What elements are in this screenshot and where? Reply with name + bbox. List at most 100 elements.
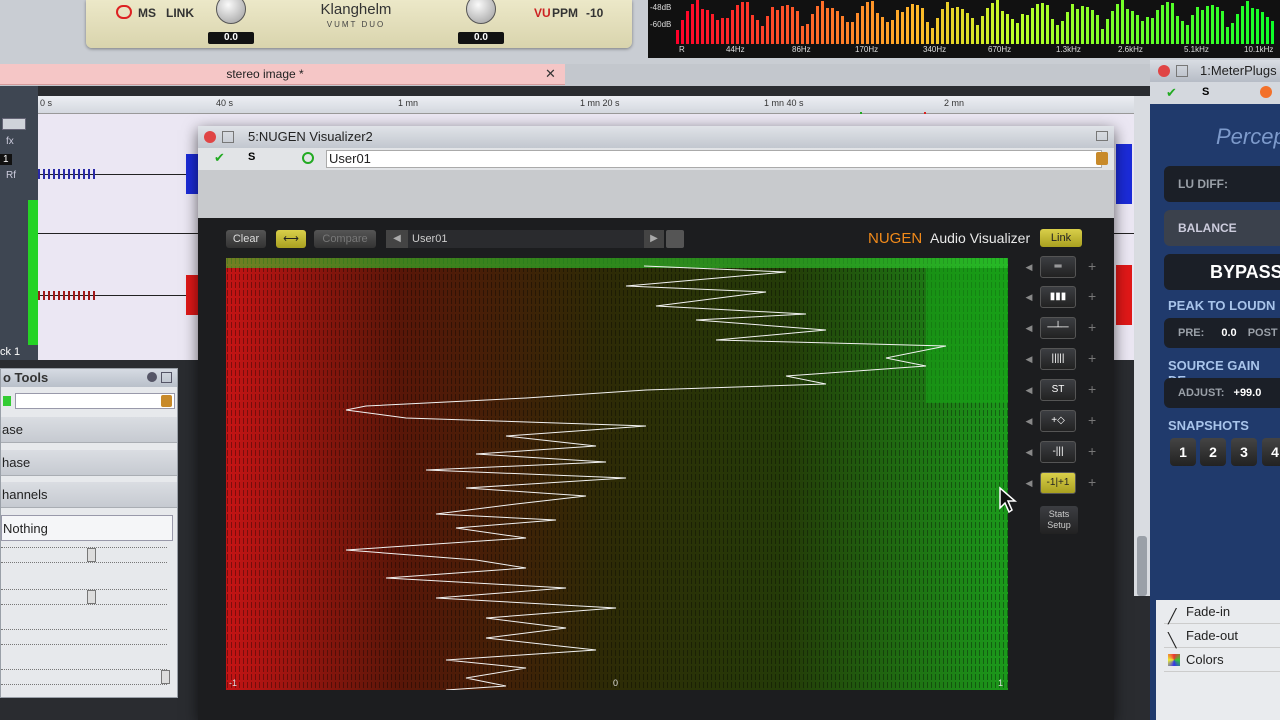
tool-item[interactable]: hase (1, 450, 177, 476)
close-icon[interactable] (204, 131, 216, 143)
slider-thumb[interactable] (87, 590, 96, 604)
view-button-peaks[interactable]: ─┴─ (1040, 317, 1076, 339)
stats-setup-button[interactable]: Stats Setup (1040, 506, 1078, 534)
arrow-left-icon[interactable]: ◀ (1024, 478, 1034, 489)
spectrum-bar (1126, 9, 1129, 44)
scrollbar-thumb[interactable] (1137, 536, 1147, 596)
source-gain-display[interactable]: ADJUST: +99.0 (1164, 378, 1280, 408)
freq-label: 44Hz (726, 45, 745, 54)
solo-icon[interactable]: S (248, 151, 255, 163)
plus-icon[interactable]: + (1088, 258, 1096, 274)
arrow-left-icon[interactable]: ◀ (1024, 385, 1034, 396)
ruler-tick: 0 s (40, 98, 53, 108)
vu-label[interactable]: VU (534, 6, 551, 20)
arrow-left-icon[interactable]: ◀ (1024, 323, 1034, 334)
view-button-stereo[interactable]: ST (1040, 379, 1076, 401)
view-button-spectrum[interactable]: ▮▮▮ (1040, 286, 1076, 308)
tool-item-selected[interactable]: Nothing (1, 515, 173, 541)
spectrum-bar (736, 4, 739, 44)
preset-list-icon[interactable] (666, 230, 684, 248)
ms-label: MS (138, 6, 156, 20)
menu-item-fade-in[interactable]: ╱ Fade-in (1164, 600, 1280, 624)
slider-thumb[interactable] (87, 548, 96, 562)
clear-button[interactable]: Clear (226, 230, 266, 248)
arrow-left-icon[interactable]: ◀ (1024, 447, 1034, 458)
preset-dropdown[interactable]: User01 (408, 230, 644, 248)
spectrum-bar (1046, 4, 1049, 44)
snapshot-button-1[interactable]: 1 (1170, 438, 1196, 466)
link-button[interactable]: Link (1040, 229, 1082, 247)
panel-collapse-icon[interactable] (161, 372, 172, 383)
check-icon[interactable]: ✔ (214, 150, 225, 166)
swap-button[interactable]: ⟷ (276, 230, 306, 248)
solo-icon[interactable]: S (1202, 86, 1209, 98)
compare-button[interactable]: Compare (314, 230, 376, 248)
slider-track[interactable] (1, 629, 167, 645)
spectrum-bar (696, 0, 699, 44)
tool-item[interactable]: hannels (1, 482, 177, 508)
preset-icon[interactable] (1096, 152, 1108, 165)
tool-item[interactable]: ase (1, 417, 177, 443)
close-icon[interactable]: ✕ (545, 66, 556, 82)
view-button-lines[interactable]: ||||| (1040, 348, 1076, 370)
ms-icon[interactable] (116, 5, 132, 19)
slider-thumb[interactable] (161, 670, 170, 684)
ref-level-label[interactable]: -10 (586, 6, 603, 20)
status-icon (3, 396, 11, 406)
snapshot-button-4[interactable]: 4 (1262, 438, 1280, 466)
preset-icon[interactable] (161, 395, 172, 407)
plus-icon[interactable]: + (1088, 474, 1096, 490)
view-button-add[interactable]: +◇ (1040, 410, 1076, 432)
plus-icon[interactable]: + (1088, 412, 1096, 428)
preset-prev-icon[interactable]: ◀ (386, 230, 408, 248)
waveform-segment (38, 291, 98, 300)
window-menu-icon[interactable] (222, 131, 234, 143)
timeline-ruler[interactable]: 0 s 40 s 1 mn 1 mn 20 s 1 mn 40 s 2 mn (38, 96, 1134, 122)
slider-track[interactable] (1, 589, 167, 605)
plus-icon[interactable]: + (1088, 443, 1096, 459)
left-gain-knob[interactable] (216, 0, 246, 24)
menu-item-colors[interactable]: Colors (1164, 648, 1280, 672)
preset-name-field[interactable]: User01 (326, 150, 1102, 168)
spectrum-bar (881, 16, 884, 44)
close-icon[interactable] (1158, 65, 1170, 77)
balance-button[interactable]: BALANCE (1164, 210, 1280, 246)
plus-icon[interactable]: + (1088, 381, 1096, 397)
spectrum-bar (781, 6, 784, 44)
spectrum-bar (826, 8, 829, 44)
window-collapse-icon[interactable] (1096, 131, 1108, 141)
snapshot-button-2[interactable]: 2 (1200, 438, 1226, 466)
view-button-range[interactable]: -1|+1 (1040, 472, 1076, 494)
track-mode-icon[interactable] (2, 118, 26, 130)
plus-icon[interactable]: + (1088, 288, 1096, 304)
plus-icon[interactable]: + (1088, 319, 1096, 335)
arrow-left-icon[interactable]: ◀ (1024, 292, 1034, 303)
power-icon[interactable] (1260, 86, 1272, 98)
tab-stereo-image[interactable]: stereo image * ✕ (0, 64, 565, 85)
snapshot-button-3[interactable]: 3 (1231, 438, 1257, 466)
stereo-spectrogram[interactable]: -1 0 1 (226, 258, 1008, 690)
power-icon[interactable] (302, 152, 314, 164)
plus-icon[interactable]: + (1088, 350, 1096, 366)
panel-options-icon[interactable] (147, 372, 157, 382)
window-menu-icon[interactable] (1176, 65, 1188, 77)
right-gain-knob[interactable] (466, 0, 496, 24)
link-label[interactable]: LINK (166, 6, 194, 20)
view-button-bars[interactable]: ═ (1040, 256, 1076, 278)
menu-item-fade-out[interactable]: ╲ Fade-out (1164, 624, 1280, 648)
slider-track[interactable] (1, 547, 167, 563)
preset-next-icon[interactable]: ▶ (644, 230, 664, 248)
arrow-left-icon[interactable]: ◀ (1024, 416, 1034, 427)
bypass-button[interactable]: BYPASS (1164, 254, 1280, 290)
view-button-balance[interactable]: -||| (1040, 441, 1076, 463)
slider-track[interactable] (1, 669, 170, 685)
vertical-scrollbar[interactable] (1134, 96, 1150, 596)
check-icon[interactable]: ✔ (1166, 85, 1177, 101)
tools-search-field[interactable] (15, 393, 175, 409)
arrow-left-icon[interactable]: ◀ (1024, 262, 1034, 273)
track-fx-label[interactable]: fx (6, 136, 14, 147)
nugen-title-bar[interactable]: 5:NUGEN Visualizer2 (198, 126, 1114, 148)
ppm-label[interactable]: PPM (552, 6, 578, 20)
track-rf-label[interactable]: Rf (6, 170, 16, 181)
arrow-left-icon[interactable]: ◀ (1024, 354, 1034, 365)
